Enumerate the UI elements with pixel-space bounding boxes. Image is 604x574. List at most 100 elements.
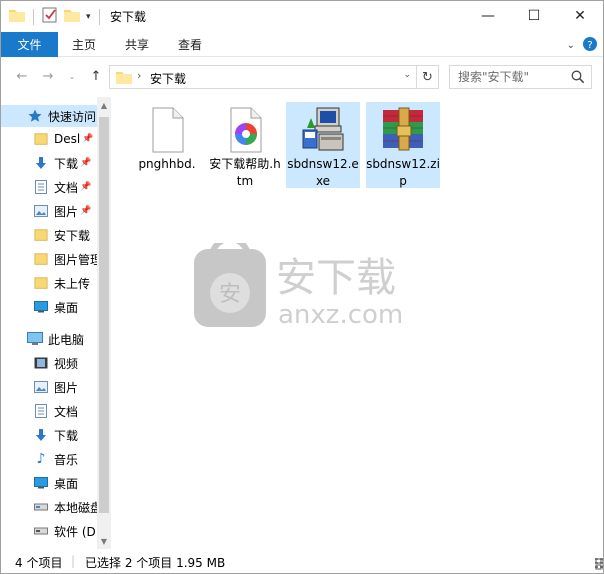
back-arrow-icon[interactable]: ← bbox=[13, 67, 31, 85]
file-name: sbdnsw12.exe bbox=[287, 157, 359, 188]
sidebar-item-label: 快速访问 bbox=[48, 109, 97, 124]
sidebar-item-label: 文档 bbox=[54, 180, 79, 195]
large-icons-view-icon[interactable] bbox=[595, 558, 603, 573]
sidebar-item-label: 视频 bbox=[54, 356, 79, 371]
folder-icon bbox=[33, 251, 49, 267]
sidebar-item-quick-access[interactable]: 快速访问 bbox=[1, 105, 97, 127]
folder-icon bbox=[33, 131, 49, 147]
selection-info: 已选择 2 个项目 1.95 MB bbox=[85, 556, 226, 570]
sidebar-item-documents-pinned[interactable]: 文档 📌 bbox=[1, 176, 97, 198]
file-item-selected[interactable]: sbdnsw12.zip bbox=[366, 102, 440, 188]
sidebar-item-picture-management[interactable]: 图片管理 bbox=[1, 248, 97, 270]
sidebar-item-label: 安下载 bbox=[54, 228, 91, 243]
tab-home[interactable]: 主页 bbox=[72, 32, 96, 57]
sidebar-item-local-disk[interactable]: 本地磁盘 bbox=[1, 496, 97, 518]
sidebar-item-software-drive[interactable]: 软件 (D bbox=[1, 520, 97, 542]
download-icon bbox=[33, 155, 49, 171]
expand-ribbon-chevron-icon[interactable]: ⌄ bbox=[567, 40, 575, 51]
maximize-button[interactable]: ☐ bbox=[511, 1, 557, 31]
sidebar-item-music[interactable]: ♪ 音乐 bbox=[1, 448, 97, 470]
sidebar-item-label: 软件 (D bbox=[54, 524, 96, 539]
file-item[interactable]: pnghhbd. bbox=[130, 102, 204, 188]
help-icon[interactable]: ? bbox=[583, 37, 597, 54]
new-folder-icon[interactable] bbox=[64, 8, 80, 25]
sidebar-item-label: 文档 bbox=[54, 404, 79, 419]
quick-access-toolbar: ▾ bbox=[9, 7, 102, 26]
close-button[interactable]: ✕ bbox=[557, 1, 603, 31]
navigation-pane-scrollbar[interactable]: ▲ ▼ bbox=[97, 97, 111, 549]
desktop-icon bbox=[33, 299, 49, 315]
drive-icon bbox=[33, 499, 49, 515]
watermark-subtext: anxz.com bbox=[278, 300, 403, 330]
sidebar-item-label: 桌面 bbox=[54, 476, 79, 491]
sidebar-item-downloads[interactable]: 下载 bbox=[1, 424, 97, 446]
sidebar-item-pictures-pinned[interactable]: 图片 📌 bbox=[1, 200, 97, 222]
up-arrow-icon[interactable]: ↑ bbox=[87, 67, 105, 85]
breadcrumb-chevron-icon[interactable]: › bbox=[137, 69, 141, 82]
pin-icon: 📌 bbox=[82, 134, 94, 144]
folder-icon bbox=[9, 8, 25, 25]
sidebar-item-videos[interactable]: 视频 bbox=[1, 352, 97, 374]
toolbar-separator bbox=[33, 8, 34, 25]
sidebar-item-not-uploaded[interactable]: 未上传 bbox=[1, 272, 97, 294]
watermark-badge: 安 bbox=[219, 282, 241, 307]
htm-file-icon bbox=[230, 107, 262, 153]
tab-share[interactable]: 共享 bbox=[125, 32, 149, 57]
search-box[interactable] bbox=[449, 65, 592, 89]
pictures-icon bbox=[33, 203, 49, 219]
search-icon[interactable] bbox=[571, 70, 585, 87]
minimize-button[interactable]: — bbox=[465, 1, 511, 31]
address-bar[interactable]: › 安下载 ⌄ bbox=[109, 65, 417, 89]
sidebar-item-label: 音乐 bbox=[54, 452, 79, 467]
video-icon bbox=[33, 355, 49, 371]
properties-icon[interactable] bbox=[42, 7, 58, 26]
breadcrumb-current[interactable]: 安下载 bbox=[150, 70, 186, 87]
search-input[interactable] bbox=[458, 69, 568, 85]
computer-icon bbox=[27, 331, 43, 347]
sidebar-item-desktop[interactable]: 桌面 bbox=[1, 296, 97, 318]
navigation-bar: ← → ⌄ ↑ › 安下载 ⌄ ↻ bbox=[1, 61, 603, 91]
sidebar-item-documents[interactable]: 文档 bbox=[1, 400, 97, 422]
file-name: sbdnsw12.zip bbox=[366, 157, 440, 188]
tab-view[interactable]: 查看 bbox=[178, 32, 202, 57]
customize-toolbar-dropdown-icon[interactable]: ▾ bbox=[86, 12, 91, 22]
file-item-selected[interactable]: sbdnsw12.exe bbox=[286, 102, 360, 188]
star-icon bbox=[27, 108, 43, 124]
scrollbar-thumb[interactable] bbox=[99, 117, 109, 513]
sidebar-item-pictures[interactable]: 图片 bbox=[1, 376, 97, 398]
sidebar-item-label: 未上传 bbox=[54, 276, 91, 291]
pin-icon: 📌 bbox=[80, 206, 92, 216]
music-icon: ♪ bbox=[36, 451, 46, 467]
refresh-icon: ↻ bbox=[422, 69, 433, 85]
ribbon-right-controls: ⌄ ? bbox=[567, 37, 597, 54]
scroll-up-arrow-icon[interactable]: ▲ bbox=[97, 97, 111, 113]
folder-icon bbox=[33, 227, 49, 243]
file-name: pnghhbd. bbox=[138, 157, 196, 171]
winrar-archive-icon bbox=[383, 107, 423, 151]
file-item[interactable]: 安下载帮助.htm bbox=[208, 102, 282, 188]
refresh-button[interactable]: ↻ bbox=[417, 65, 439, 89]
sidebar-item-this-pc[interactable]: 此电脑 bbox=[1, 328, 97, 350]
sidebar-item-anxiazai[interactable]: 安下载 bbox=[1, 224, 97, 246]
watermark-text: 安下载 bbox=[276, 255, 396, 301]
desktop-icon bbox=[33, 475, 49, 491]
sidebar-item-label: 下载 bbox=[54, 156, 79, 171]
watermark-logo: 安 安下载 anxz.com bbox=[194, 243, 403, 330]
file-name: 安下载帮助.htm bbox=[209, 157, 281, 188]
ribbon-tabs: 文件 主页 共享 查看 ⌄ ? bbox=[1, 32, 603, 57]
recent-locations-chevron-icon[interactable]: ⌄ bbox=[63, 67, 81, 85]
address-history-chevron-icon[interactable]: ⌄ bbox=[403, 70, 411, 80]
download-icon bbox=[33, 427, 49, 443]
title-bar: ▾ 安下载 — ☐ ✕ bbox=[1, 1, 603, 32]
pin-icon: 📌 bbox=[80, 158, 92, 168]
sidebar-item-downloads-pinned[interactable]: 下载 📌 bbox=[1, 152, 97, 174]
svg-text:?: ? bbox=[587, 40, 592, 51]
tab-file[interactable]: 文件 bbox=[1, 32, 58, 57]
sidebar-item-desktop-pinned[interactable]: Desl 📌 bbox=[1, 128, 97, 150]
forward-arrow-icon[interactable]: → bbox=[39, 67, 57, 85]
scroll-down-arrow-icon[interactable]: ▼ bbox=[97, 533, 111, 549]
sidebar-item-desktop-pc[interactable]: 桌面 bbox=[1, 472, 97, 494]
sidebar-item-label: 图片 bbox=[54, 380, 79, 395]
document-icon bbox=[33, 403, 49, 419]
document-icon bbox=[33, 179, 49, 195]
